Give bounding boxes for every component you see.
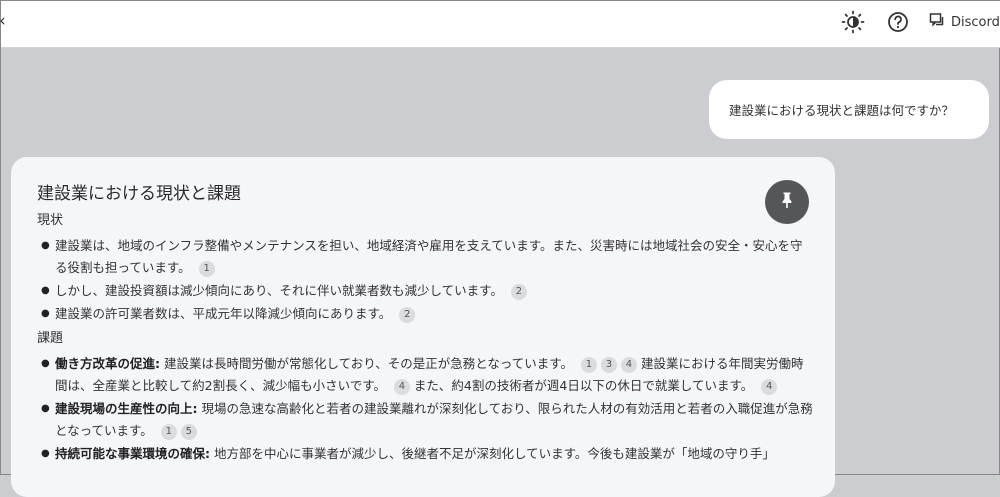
citation-badge[interactable]: 3 bbox=[600, 356, 617, 373]
current-status-list: 建設業は、地域のインフラ整備やメンテナンスを担い、地域経済や雇用を支えています。… bbox=[41, 235, 813, 326]
citation-badge[interactable]: 1 bbox=[198, 260, 215, 277]
user-question: 建設業における現状と課題は何ですか？ bbox=[729, 103, 955, 118]
citation-badge[interactable]: 4 bbox=[393, 378, 410, 395]
citation-badge[interactable]: 1 bbox=[160, 423, 177, 440]
issues-list: 働き方改革の促進: 建設業は長時間労働が常態化しており、その是正が急務となってい… bbox=[41, 353, 813, 466]
section-heading-issues: 課題 bbox=[37, 331, 64, 346]
citation-badge[interactable]: 4 bbox=[761, 378, 778, 395]
section-heading-current: 現状 bbox=[37, 213, 64, 228]
list-item: 建設現場の生産性の向上: 現場の急速な高齢化と若者の建設業離れが深刻化しており、… bbox=[41, 398, 813, 442]
list-item: 建設業の許可業者数は、平成元年以降減少傾向にあります。 2 bbox=[41, 303, 813, 325]
list-item-text: 建設業は、地域のインフラ整備やメンテナンスを担い、地域経済や雇用を支えています。… bbox=[55, 238, 803, 275]
pin-icon bbox=[779, 191, 795, 213]
pin-button[interactable] bbox=[765, 180, 809, 224]
citation-badge[interactable]: 2 bbox=[510, 283, 527, 300]
list-item-heading: 持続可能な事業環境の確保: bbox=[55, 446, 210, 461]
user-message-bubble: 建設業における現状と課題は何ですか？ bbox=[709, 80, 989, 139]
list-item-text: 地方部を中心に事業者が減少し、後継者不足が深刻化しています。今後も建設業が「地域… bbox=[210, 446, 775, 461]
list-item-text: 建設業の許可業者数は、平成元年以降減少傾向にあります。 bbox=[55, 306, 392, 321]
list-item-text: また、約4割の技術者が週4日以下の休日で就業しています。 bbox=[409, 378, 754, 393]
list-item: 働き方改革の促進: 建設業は長時間労働が常態化しており、その是正が急務となってい… bbox=[41, 353, 813, 397]
discord-label: Discord bbox=[951, 14, 1000, 30]
citation-badge[interactable]: 1 bbox=[580, 356, 597, 373]
citation-badge[interactable]: 5 bbox=[180, 423, 197, 440]
discord-button[interactable]: Discord bbox=[929, 12, 1000, 32]
answer-title: 建設業における現状と課題 bbox=[37, 184, 241, 204]
answer-card: 建設業における現状と課題 現状 建設業は、地域のインフラ整備やメンテナンスを担い… bbox=[11, 157, 835, 497]
theme-toggle-icon[interactable] bbox=[841, 10, 865, 34]
citation-badge[interactable]: 2 bbox=[399, 306, 416, 323]
top-bar: ‹ Discord bbox=[0, 1, 1000, 48]
citation-badge[interactable]: 4 bbox=[620, 356, 637, 373]
back-arrow-icon[interactable]: ‹ bbox=[0, 11, 6, 31]
list-item-heading: 建設現場の生産性の向上: bbox=[55, 401, 198, 416]
help-icon[interactable] bbox=[886, 10, 910, 34]
list-item: 持続可能な事業環境の確保: 地方部を中心に事業者が減少し、後継者不足が深刻化して… bbox=[41, 443, 813, 465]
list-item-heading: 働き方改革の促進: bbox=[55, 356, 160, 371]
list-item-text: しかし、建設投資額は減少傾向にあり、それに伴い就業者数も減少しています。 bbox=[55, 283, 503, 298]
list-item-text: 建設業は長時間労働が常態化しており、その是正が急務となっています。 bbox=[160, 356, 573, 371]
list-item: しかし、建設投資額は減少傾向にあり、それに伴い就業者数も減少しています。 2 bbox=[41, 280, 813, 302]
list-item: 建設業は、地域のインフラ整備やメンテナンスを担い、地域経済や雇用を支えています。… bbox=[41, 235, 813, 279]
discord-chat-icon bbox=[929, 12, 945, 32]
